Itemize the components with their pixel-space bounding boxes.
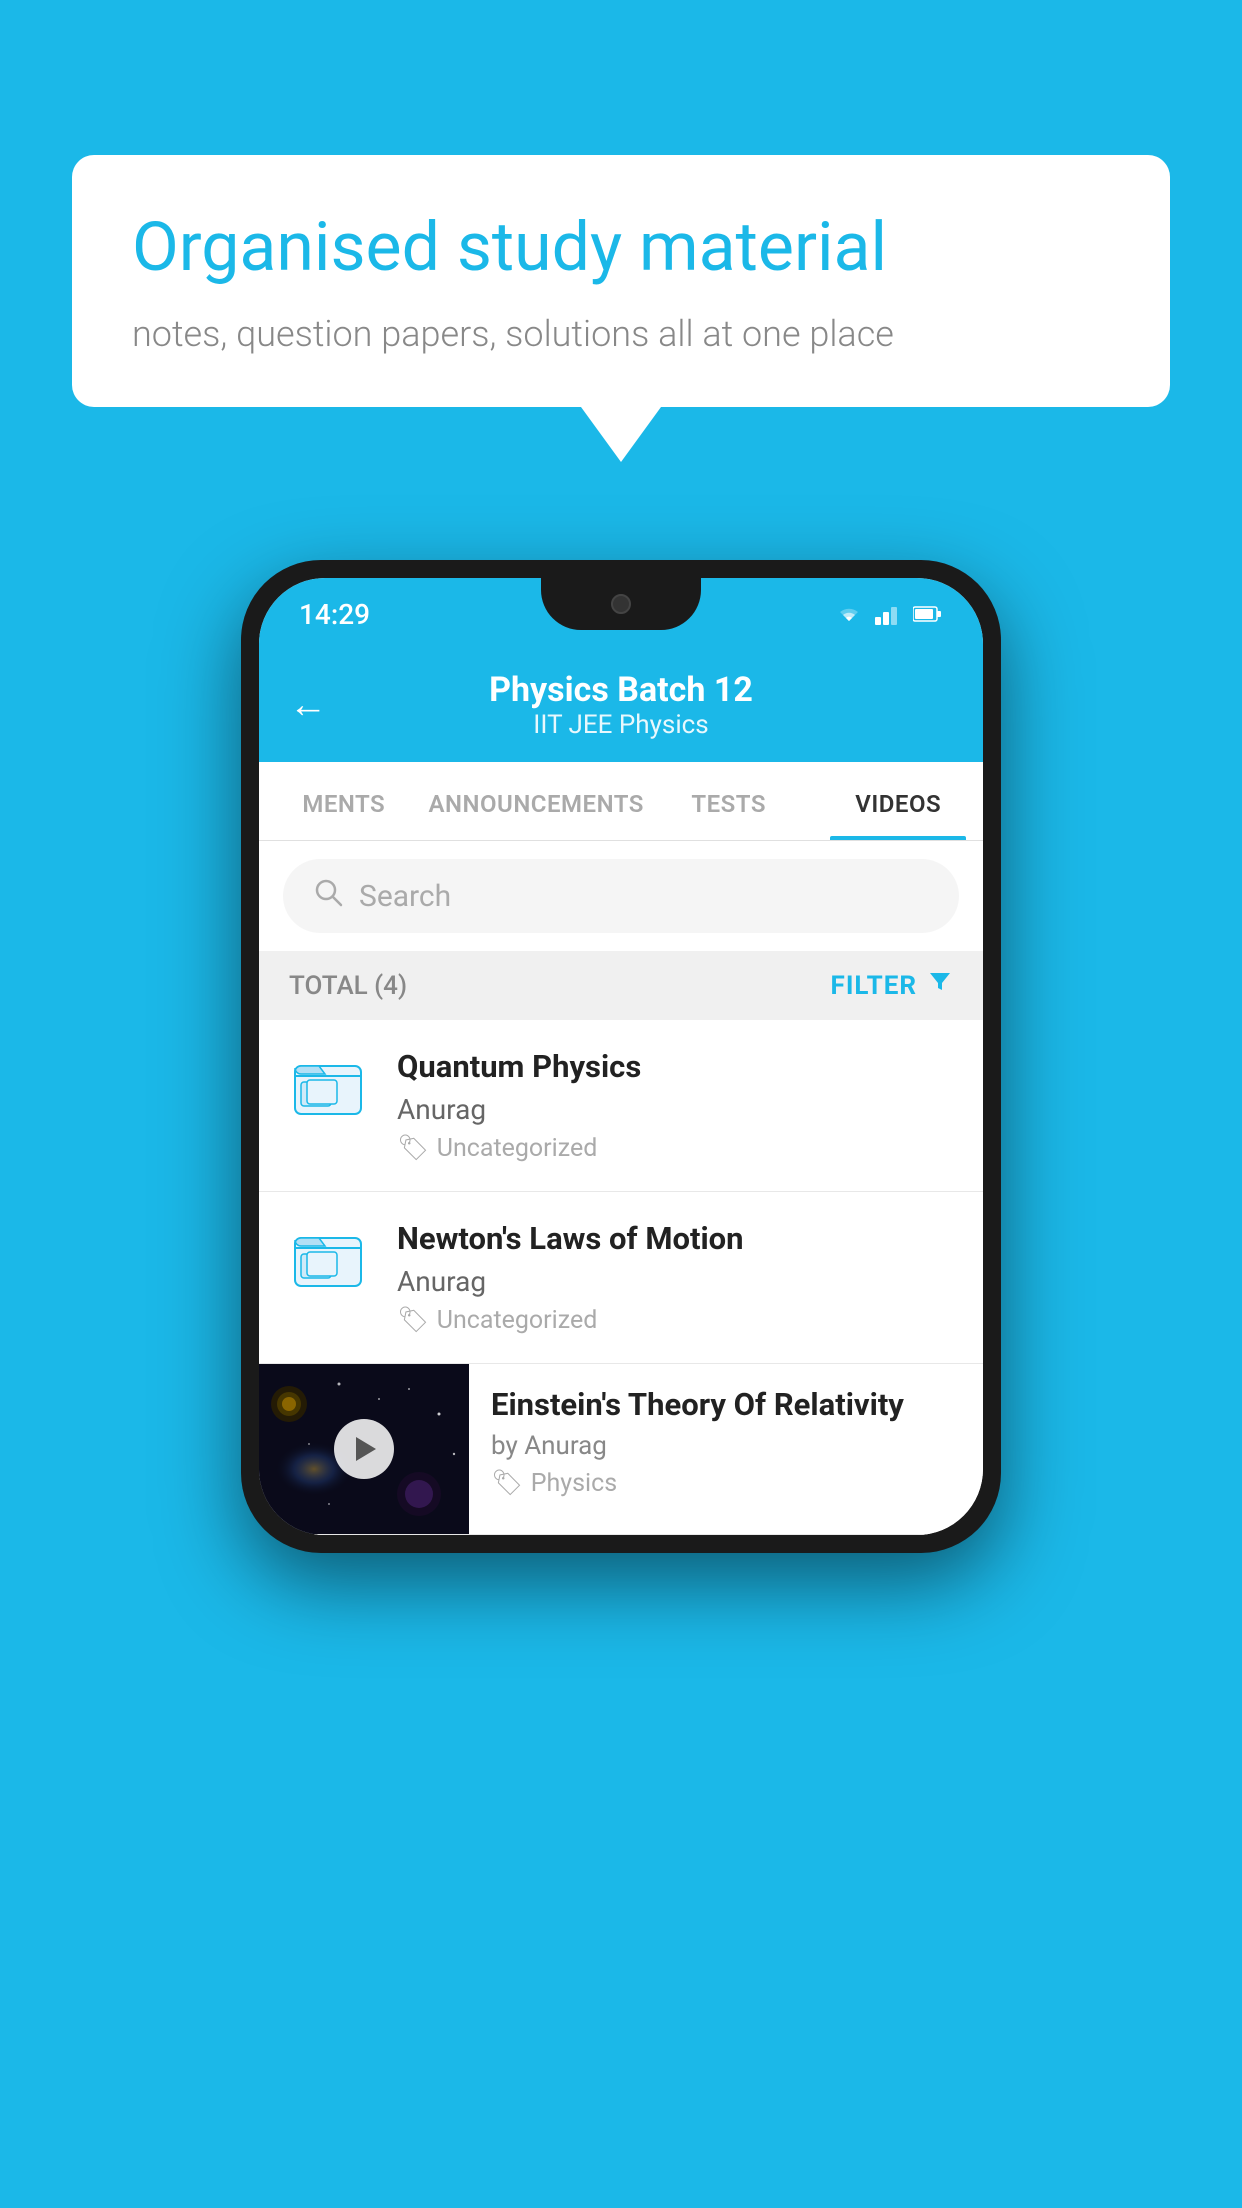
back-button[interactable]: ←	[289, 683, 327, 727]
tab-announcements[interactable]: ANNOUNCEMENTS	[429, 762, 644, 840]
phone-screen: 14:29	[259, 578, 983, 1535]
phone-container: 14:29	[241, 560, 1001, 1553]
battery-icon	[913, 605, 943, 623]
video-title: Einstein's Theory Of Relativity	[491, 1386, 959, 1423]
camera-icon	[611, 594, 631, 614]
speech-bubble-subtitle: notes, question papers, solutions all at…	[132, 313, 1110, 355]
tag-icon: 🏷	[397, 1134, 429, 1163]
video-info: Newton's Laws of Motion Anurag 🏷 Uncateg…	[397, 1220, 959, 1335]
speech-bubble-arrow	[581, 407, 661, 462]
search-icon	[313, 877, 343, 915]
speech-bubble: Organised study material notes, question…	[72, 155, 1170, 407]
batch-subtitle: IIT JEE Physics	[533, 710, 708, 740]
status-time: 14:29	[299, 598, 370, 631]
signal-icon	[875, 603, 903, 625]
video-author: Anurag	[397, 1093, 959, 1126]
status-icons	[833, 603, 943, 625]
folder-icon	[293, 1052, 363, 1122]
wifi-icon	[833, 603, 865, 625]
play-button[interactable]	[334, 1419, 394, 1479]
speech-bubble-container: Organised study material notes, question…	[72, 155, 1170, 462]
video-tag: 🏷 Physics	[491, 1469, 959, 1498]
status-bar: 14:29	[259, 578, 983, 650]
tag-icon: 🏷	[397, 1306, 429, 1335]
filter-funnel-icon	[927, 969, 953, 1002]
play-triangle-icon	[356, 1437, 376, 1461]
video-info: Quantum Physics Anurag 🏷 Uncategorized	[397, 1048, 959, 1163]
header-title: Physics Batch 12 IIT JEE Physics	[489, 670, 753, 740]
folder-icon-container	[283, 1220, 373, 1294]
search-input-wrapper[interactable]: Search	[283, 859, 959, 933]
tab-videos[interactable]: VIDEOS	[813, 762, 983, 840]
video-author: by Anurag	[491, 1431, 959, 1461]
tabs-container: MENTS ANNOUNCEMENTS TESTS VIDEOS	[259, 762, 983, 841]
list-item[interactable]: Newton's Laws of Motion Anurag 🏷 Uncateg…	[259, 1192, 983, 1364]
folder-icon-container	[283, 1048, 373, 1122]
video-info: Einstein's Theory Of Relativity by Anura…	[469, 1364, 959, 1520]
filter-label: FILTER	[831, 971, 917, 1001]
app-header: ← Physics Batch 12 IIT JEE Physics	[259, 650, 983, 762]
video-list: Quantum Physics Anurag 🏷 Uncategorized	[259, 1020, 983, 1535]
folder-icon	[293, 1224, 363, 1294]
video-author: Anurag	[397, 1265, 959, 1298]
tag-icon: 🏷	[491, 1469, 523, 1498]
phone-outer: 14:29	[241, 560, 1001, 1553]
video-thumbnail	[259, 1364, 469, 1534]
filter-bar: TOTAL (4) FILTER	[259, 951, 983, 1020]
list-item[interactable]: Quantum Physics Anurag 🏷 Uncategorized	[259, 1020, 983, 1192]
search-placeholder: Search	[359, 879, 451, 914]
tab-ments[interactable]: MENTS	[259, 762, 429, 840]
speech-bubble-title: Organised study material	[132, 207, 1110, 289]
video-tag: 🏷 Uncategorized	[397, 1306, 959, 1335]
video-title: Quantum Physics	[397, 1048, 959, 1085]
tab-tests[interactable]: TESTS	[644, 762, 814, 840]
video-tag: 🏷 Uncategorized	[397, 1134, 959, 1163]
notch	[541, 578, 701, 630]
search-container: Search	[259, 841, 983, 951]
list-item[interactable]: Einstein's Theory Of Relativity by Anura…	[259, 1364, 983, 1535]
batch-title: Physics Batch 12	[489, 670, 753, 710]
total-count: TOTAL (4)	[289, 971, 407, 1001]
filter-button[interactable]: FILTER	[831, 969, 953, 1002]
video-title: Newton's Laws of Motion	[397, 1220, 959, 1257]
